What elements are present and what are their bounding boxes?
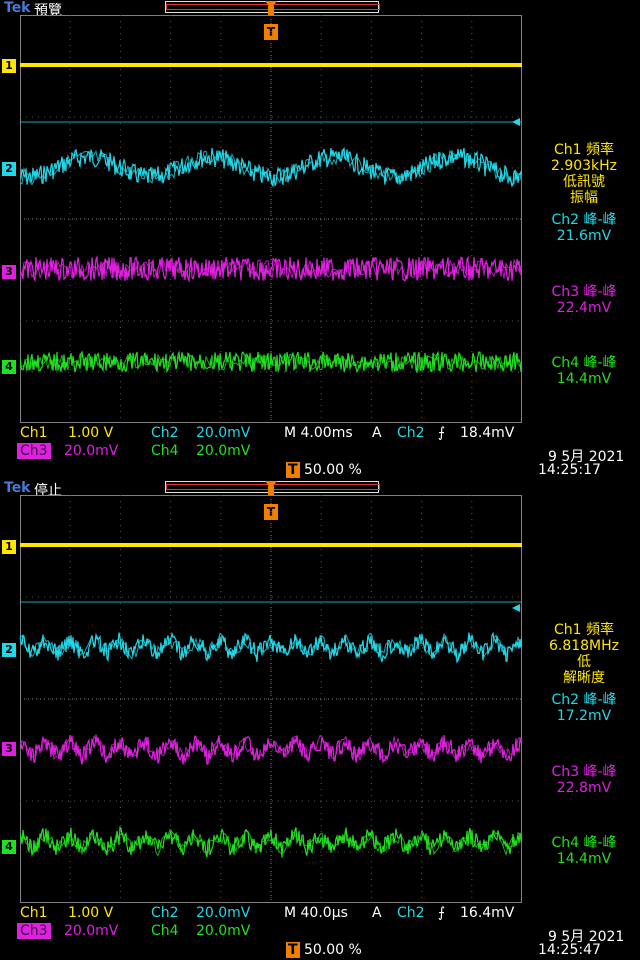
timebase[interactable]: M 4.00ms <box>284 425 353 441</box>
ch1-readout: Ch1 頻率 2.903kHz 低訊號 振幅 <box>530 142 638 206</box>
trigger-slope-icon: ⨍ <box>438 905 446 921</box>
ch1-readout-note2: 解晰度 <box>563 670 605 686</box>
ch2-scale-label[interactable]: Ch2 <box>148 425 182 441</box>
scope-screen-2: Tek 停止 T 1 2 3 4 Ch1 頻率 6.818MHz 低 解晰度 C… <box>0 480 640 960</box>
ch4-trace <box>20 826 522 858</box>
acq-mode: A <box>372 425 382 441</box>
ch1-scale-label[interactable]: Ch1 <box>17 905 51 921</box>
trigger-pos-icon: T <box>286 462 300 478</box>
ch3-scale-label[interactable]: Ch3 <box>17 443 51 459</box>
ch3-trace <box>20 255 522 283</box>
ch1-readout: Ch1 頻率 6.818MHz 低 解晰度 <box>530 622 638 686</box>
ch1-trace <box>20 63 522 67</box>
ch1-marker[interactable]: 1 <box>2 540 16 554</box>
graticule-1 <box>20 15 522 423</box>
ch1-scale-value: 1.00 V <box>68 425 114 441</box>
ch1-marker[interactable]: 1 <box>2 59 16 73</box>
ch4-readout-label: Ch4 峰-峰 <box>551 835 617 851</box>
ch2-readout-label: Ch2 峰-峰 <box>551 212 617 228</box>
trigger-slope-icon: ⨍ <box>438 425 446 441</box>
ch2-readout-label: Ch2 峰-峰 <box>551 692 617 708</box>
ch1-readout-note: 低訊號 <box>563 174 605 190</box>
ch4-scale-value: 20.0mV <box>196 443 251 459</box>
ch3-scale-value: 20.0mV <box>64 923 119 939</box>
ch3-readout: Ch3 峰-峰 22.4mV <box>530 284 638 316</box>
ch1-readout-note: 低 <box>577 654 591 670</box>
ch2-scale-value: 20.0mV <box>196 905 251 921</box>
trigger-level: 18.4mV <box>460 425 515 441</box>
ch1-readout-note2: 振幅 <box>570 190 598 206</box>
ch3-scale-label[interactable]: Ch3 <box>17 923 51 939</box>
ch2-readout: Ch2 峰-峰 21.6mV <box>530 212 638 244</box>
ch4-readout: Ch4 峰-峰 14.4mV <box>530 355 638 387</box>
ch3-readout: Ch3 峰-峰 22.8mV <box>530 764 638 796</box>
ch3-marker[interactable]: 3 <box>2 265 16 279</box>
ch4-scale-label[interactable]: Ch4 <box>148 443 182 459</box>
ch1-readout-value: 2.903kHz <box>550 158 618 174</box>
trigger-level-marker[interactable] <box>512 604 520 612</box>
ch4-scale-label[interactable]: Ch4 <box>148 923 182 939</box>
ch3-readout-value: 22.8mV <box>556 780 612 796</box>
ch2-readout: Ch2 峰-峰 17.2mV <box>530 692 638 724</box>
ch1-readout-label: Ch1 頻率 <box>553 142 614 158</box>
trigger-position: 50.00 % <box>304 462 362 478</box>
ch3-readout-label: Ch3 峰-峰 <box>551 764 617 780</box>
ch2-readout-value: 17.2mV <box>556 708 612 724</box>
ch3-readout-value: 22.4mV <box>556 300 612 316</box>
time: 14:25:17 <box>538 462 601 478</box>
trigger-position: 50.00 % <box>304 942 362 958</box>
ch3-marker[interactable]: 3 <box>2 742 16 756</box>
ch4-readout: Ch4 峰-峰 14.4mV <box>530 835 638 867</box>
brand-logo: Tek <box>4 480 31 496</box>
ch1-readout-label: Ch1 頻率 <box>553 622 614 638</box>
time: 14:25:47 <box>538 942 601 958</box>
brand-logo: Tek <box>4 0 31 16</box>
trigger-position-icon <box>265 481 277 495</box>
ch3-readout-label: Ch3 峰-峰 <box>551 284 617 300</box>
ch4-scale-value: 20.0mV <box>196 923 251 939</box>
scope-screen-1: Tek 預覽 T 1 2 3 4 Ch1 頻率 2.903kHz 低訊號 振幅 … <box>0 0 640 480</box>
ch2-readout-value: 21.6mV <box>556 228 612 244</box>
trigger-pos-icon: T <box>286 942 300 958</box>
timebase[interactable]: M 40.0µs <box>284 905 348 921</box>
trigger-position-icon <box>265 1 277 15</box>
ch2-scale-label[interactable]: Ch2 <box>148 905 182 921</box>
trigger-source[interactable]: Ch2 <box>397 905 425 921</box>
ch1-trace <box>20 543 522 547</box>
ch1-readout-value: 6.818MHz <box>548 638 620 654</box>
ch1-scale-label[interactable]: Ch1 <box>17 425 51 441</box>
ch4-marker[interactable]: 4 <box>2 840 16 854</box>
ch2-marker[interactable]: 2 <box>2 643 16 657</box>
trigger-source[interactable]: Ch2 <box>397 425 425 441</box>
ch1-scale-value: 1.00 V <box>68 905 114 921</box>
graticule-2 <box>20 495 522 903</box>
trigger-level-marker[interactable] <box>512 118 520 126</box>
ch4-readout-value: 14.4mV <box>556 851 612 867</box>
ch3-scale-value: 20.0mV <box>64 443 119 459</box>
ch2-marker[interactable]: 2 <box>2 162 16 176</box>
ch4-readout-value: 14.4mV <box>556 371 612 387</box>
acq-mode: A <box>372 905 382 921</box>
ch4-readout-label: Ch4 峰-峰 <box>551 355 617 371</box>
ch4-marker[interactable]: 4 <box>2 360 16 374</box>
ch2-scale-value: 20.0mV <box>196 425 251 441</box>
trigger-level: 16.4mV <box>460 905 515 921</box>
